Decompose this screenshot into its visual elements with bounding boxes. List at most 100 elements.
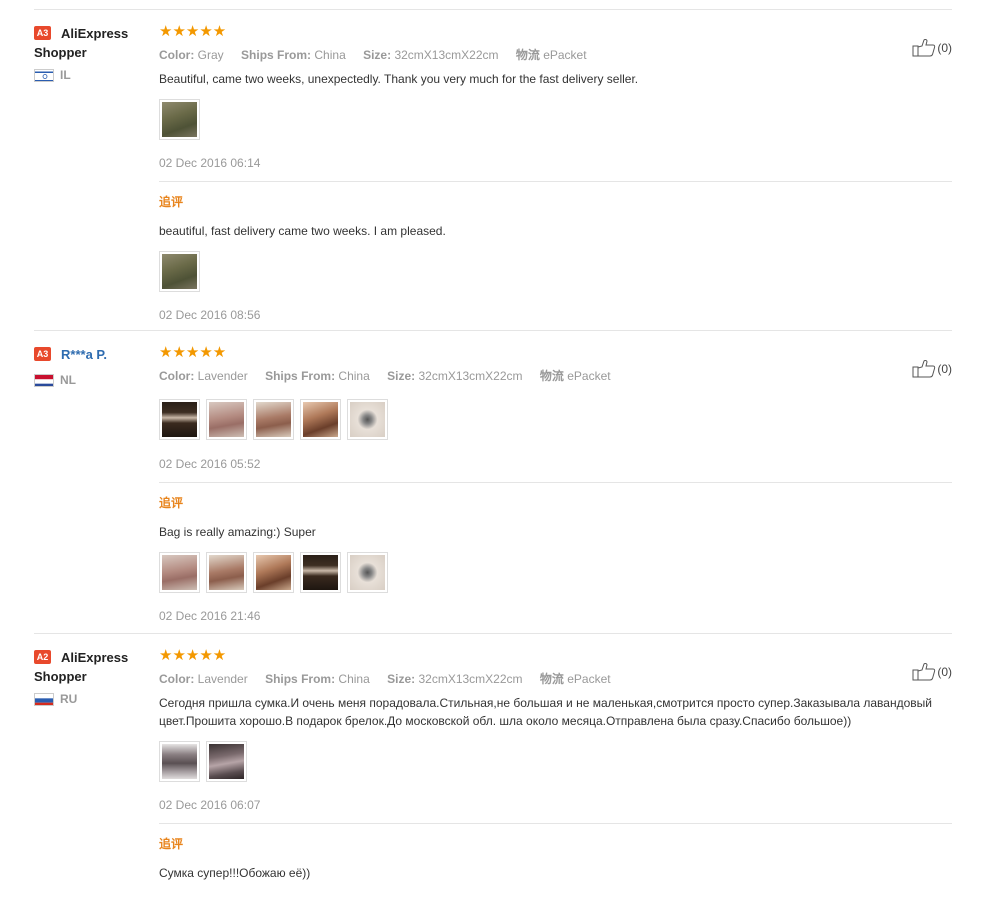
review-photo-thumbnail[interactable] xyxy=(206,741,247,782)
reviewer-country: NL xyxy=(34,373,154,387)
size-value: 32cmX13cmX22cm xyxy=(418,672,523,686)
color-label: Color: xyxy=(159,48,195,62)
review-text: Beautiful, came two weeks, unexpectedly.… xyxy=(159,72,639,86)
color-label: Color: xyxy=(159,369,195,383)
size-label: Size: xyxy=(363,48,392,62)
russia-flag-icon xyxy=(34,692,54,706)
additional-feedback-label: 追评 xyxy=(159,195,184,209)
ships-value: China xyxy=(338,672,370,686)
ships-value: China xyxy=(314,48,346,62)
star-rating: ★★★★★ xyxy=(159,23,227,40)
reviewer-info: A3 R***a P. NL xyxy=(34,345,154,387)
review-content: ★★★★★ Color: Gray Ships From: China Size… xyxy=(159,24,952,323)
ships-label: Ships From: xyxy=(265,672,336,686)
logistics-label: 物流 xyxy=(539,369,564,383)
review-divider xyxy=(34,633,952,634)
additional-feedback-text: beautiful, fast delivery came two weeks.… xyxy=(159,224,446,238)
ships-value: China xyxy=(338,369,370,383)
review-photo-thumbnail[interactable] xyxy=(253,399,294,440)
thumbs-up-icon xyxy=(912,38,936,57)
review-date: 02 Dec 2016 06:14 xyxy=(159,156,261,170)
size-label: Size: xyxy=(387,672,416,686)
reviewer-name-cont: Shopper xyxy=(34,45,87,60)
reviewer-country: RU xyxy=(34,692,154,706)
reviewer-country: IL xyxy=(34,68,154,82)
israel-flag-icon xyxy=(34,68,54,82)
additional-photos xyxy=(159,552,952,593)
helpful-button[interactable]: (0) xyxy=(912,359,952,378)
color-label: Color: xyxy=(159,672,195,686)
logistics-value: ePacket xyxy=(543,48,587,62)
country-code: IL xyxy=(60,68,71,82)
review-photo-thumbnail[interactable] xyxy=(300,399,341,440)
review-photos xyxy=(159,399,952,440)
top-divider xyxy=(34,9,952,10)
reviewer-info: A3 AliExpress Shopper IL xyxy=(34,24,154,82)
additional-photos xyxy=(159,251,952,292)
review-content: ★★★★★ Color: Lavender Ships From: China … xyxy=(159,648,952,882)
review-photos xyxy=(159,99,952,140)
color-value: Gray xyxy=(197,48,224,62)
additional-feedback-text: Сумка супер!!!Обожаю её)) xyxy=(159,866,311,880)
review-photo-thumbnail[interactable] xyxy=(253,552,294,593)
additional-feedback-text: Bag is really amazing:) Super xyxy=(159,525,316,539)
helpful-count: (0) xyxy=(937,40,952,55)
append-divider xyxy=(159,823,952,824)
logistics-label: 物流 xyxy=(515,48,540,62)
review-photo-thumbnail[interactable] xyxy=(159,99,200,140)
helpful-button[interactable]: (0) xyxy=(912,38,952,57)
reviewer-name[interactable]: R***a P. xyxy=(61,345,107,364)
size-value: 32cmX13cmX22cm xyxy=(418,369,523,383)
review-photo-thumbnail[interactable] xyxy=(206,552,247,593)
review-photos xyxy=(159,741,952,782)
country-code: NL xyxy=(60,373,76,387)
review-content: ★★★★★ Color: Lavender Ships From: China … xyxy=(159,345,952,624)
review-photo-thumbnail[interactable] xyxy=(300,552,341,593)
size-label: Size: xyxy=(387,369,416,383)
buyer-level-badge: A2 xyxy=(34,650,51,664)
review-text: Сегодня пришла сумка.И очень меня порадо… xyxy=(159,696,932,728)
size-value: 32cmX13cmX22cm xyxy=(394,48,499,62)
additional-feedback-date: 02 Dec 2016 08:56 xyxy=(159,308,261,322)
review-photo-thumbnail[interactable] xyxy=(347,552,388,593)
helpful-count: (0) xyxy=(937,361,952,376)
additional-feedback-label: 追评 xyxy=(159,837,184,851)
append-divider xyxy=(159,482,952,483)
review-date: 02 Dec 2016 06:07 xyxy=(159,798,261,812)
additional-feedback-label: 追评 xyxy=(159,496,184,510)
order-attributes: Color: Lavender Ships From: China Size: … xyxy=(159,670,952,688)
reviewer-name: AliExpress xyxy=(61,26,129,41)
helpful-count: (0) xyxy=(937,664,952,679)
review-photo-thumbnail[interactable] xyxy=(347,399,388,440)
reviewer-info: A2 AliExpress Shopper RU xyxy=(34,648,154,706)
color-value: Lavender xyxy=(197,672,248,686)
country-code: RU xyxy=(60,692,78,706)
thumbs-up-icon xyxy=(912,359,936,378)
additional-feedback-date: 02 Dec 2016 21:46 xyxy=(159,609,261,623)
color-value: Lavender xyxy=(197,369,248,383)
reviewer-name-cont: Shopper xyxy=(34,669,87,684)
thumbs-up-icon xyxy=(912,662,936,681)
review-photo-thumbnail[interactable] xyxy=(159,741,200,782)
ships-label: Ships From: xyxy=(241,48,312,62)
star-rating: ★★★★★ xyxy=(159,647,227,664)
logistics-label: 物流 xyxy=(539,672,564,686)
buyer-level-badge: A3 xyxy=(34,26,51,40)
buyer-level-badge: A3 xyxy=(34,347,51,361)
logistics-value: ePacket xyxy=(567,369,611,383)
append-divider xyxy=(159,181,952,182)
netherlands-flag-icon xyxy=(34,373,54,387)
ships-label: Ships From: xyxy=(265,369,336,383)
logistics-value: ePacket xyxy=(567,672,611,686)
review-photo-thumbnail[interactable] xyxy=(159,399,200,440)
order-attributes: Color: Lavender Ships From: China Size: … xyxy=(159,367,952,385)
reviewer-name: AliExpress xyxy=(61,650,129,665)
star-rating: ★★★★★ xyxy=(159,344,227,361)
review-photo-thumbnail[interactable] xyxy=(159,251,200,292)
review-divider xyxy=(34,330,952,331)
review-photo-thumbnail[interactable] xyxy=(159,552,200,593)
review-date: 02 Dec 2016 05:52 xyxy=(159,457,261,471)
helpful-button[interactable]: (0) xyxy=(912,662,952,681)
order-attributes: Color: Gray Ships From: China Size: 32cm… xyxy=(159,46,952,64)
review-photo-thumbnail[interactable] xyxy=(206,399,247,440)
